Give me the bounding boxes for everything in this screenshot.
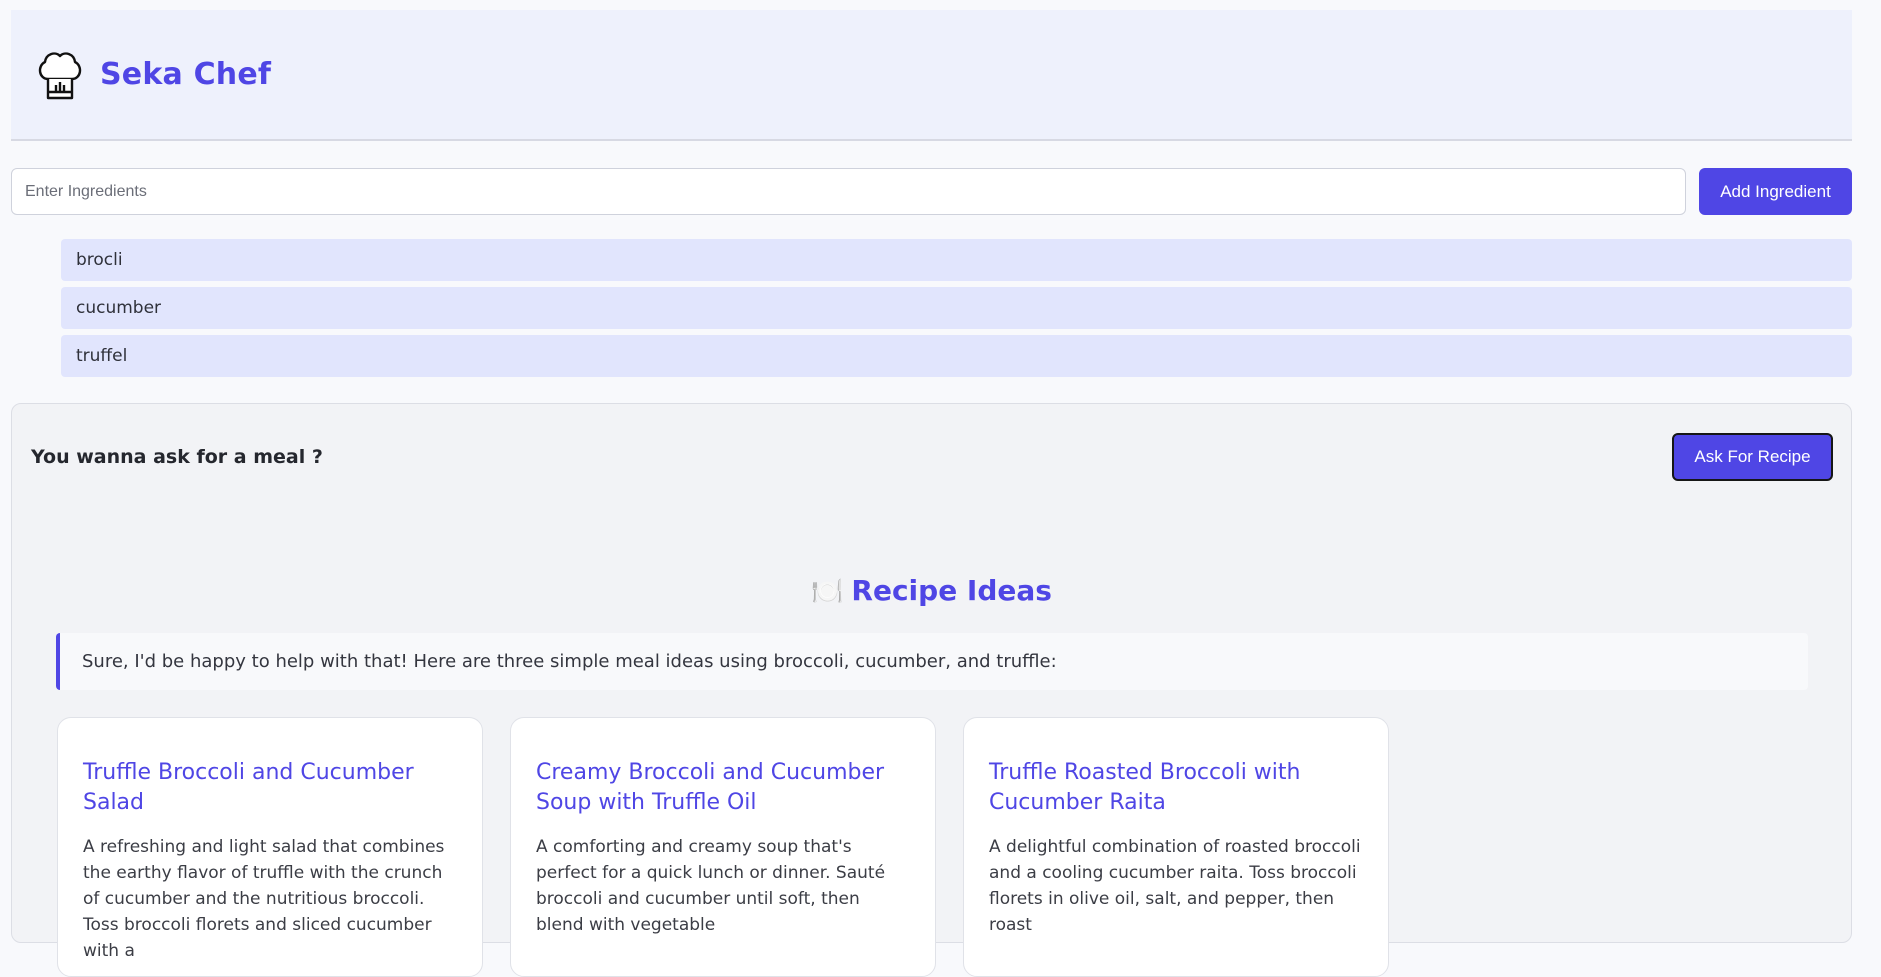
recipe-card-title: Truffle Roasted Broccoli with Cucumber R… <box>989 760 1301 815</box>
ingredient-form: Add Ingredient <box>11 168 1852 215</box>
add-ingredient-button[interactable]: Add Ingredient <box>1699 168 1852 215</box>
recipe-card: Truffle Roasted Broccoli with Cucumber R… <box>963 717 1389 977</box>
recipe-cards: Truffle Broccoli and Cucumber Salad A re… <box>57 717 1389 977</box>
recipe-intro: Sure, I'd be happy to help with that! He… <box>56 633 1808 690</box>
recipe-card-title: Truffle Broccoli and Cucumber Salad <box>83 760 414 815</box>
recipe-card: Creamy Broccoli and Cucumber Soup with T… <box>510 717 936 977</box>
ingredient-list: brocli cucumber truffel <box>61 239 1852 383</box>
chef-hat-icon <box>38 51 82 99</box>
app-header: Seka Chef <box>11 10 1852 141</box>
ingredient-item: cucumber <box>61 287 1852 329</box>
recipe-card: Truffle Broccoli and Cucumber Salad A re… <box>57 717 483 977</box>
recipe-card-title: Creamy Broccoli and Cucumber Soup with T… <box>536 760 885 815</box>
ingredient-item: brocli <box>61 239 1852 281</box>
ask-for-recipe-button[interactable]: Ask For Recipe <box>1672 433 1833 481</box>
recipe-ideas-title: Recipe Ideas <box>851 574 1052 607</box>
recipe-panel: You wanna ask for a meal ? Ask For Recip… <box>11 403 1852 977</box>
ask-prompt: You wanna ask for a meal ? <box>31 446 323 468</box>
ingredient-input[interactable] <box>11 168 1686 215</box>
recipe-ideas-heading: 🍽️ Recipe Ideas <box>12 574 1851 607</box>
plate-icon: 🍽️ <box>811 577 844 607</box>
recipe-card-description: A refreshing and light salad that combin… <box>83 837 445 961</box>
recipe-card-description: A comforting and creamy soup that's perf… <box>536 837 886 935</box>
brand-title: Seka Chef <box>100 57 272 92</box>
recipe-card-description: A delightful combination of roasted broc… <box>989 837 1361 935</box>
ingredient-item: truffel <box>61 335 1852 377</box>
